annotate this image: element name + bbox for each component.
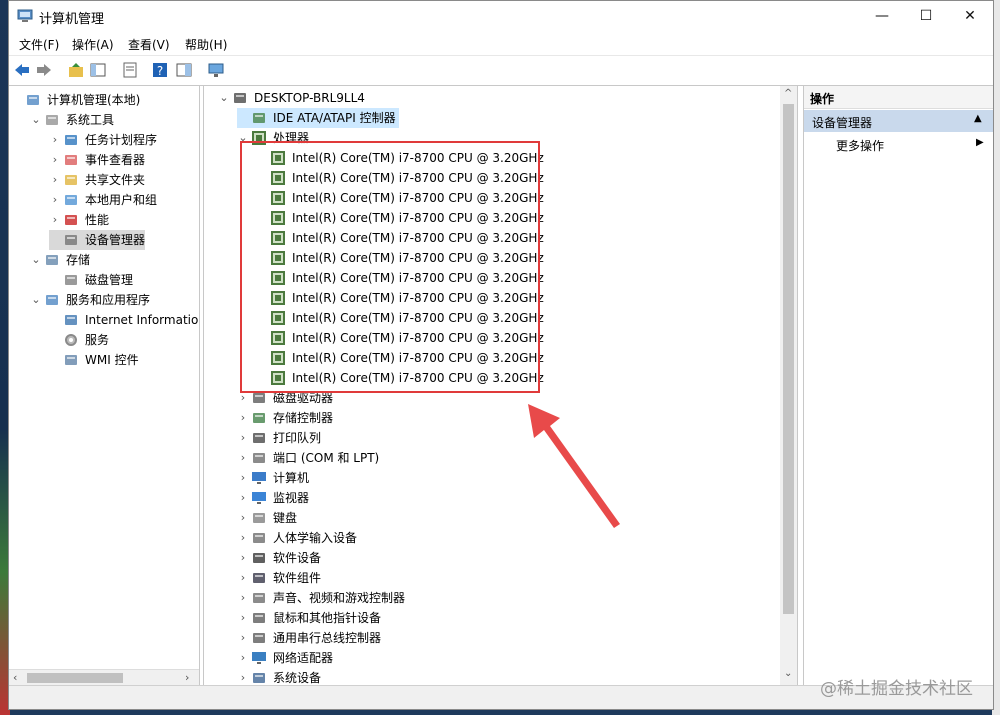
toolbar: ? [9, 55, 993, 84]
window-title: 计算机管理 [39, 12, 105, 27]
console-tree: ‹ › 计算机管理(本地) ⌄ 系统工具 › 任务计划程序 › 事件查看器 › 共享文件夹 › 本地… [9, 86, 200, 686]
actions-section-label: 设备管理器 [812, 116, 873, 130]
expand-toggle-icon[interactable]: › [237, 608, 249, 628]
device-category-label: 计算机 [273, 471, 310, 485]
folder-up-icon[interactable] [67, 61, 85, 79]
expand-toggle-icon[interactable]: › [49, 210, 61, 230]
console-tree-item-label: 服务 [85, 333, 110, 347]
console-tree-item-label: 任务计划程序 [85, 133, 158, 147]
red-arrow-annotation [528, 404, 620, 528]
forward-icon[interactable] [35, 61, 53, 79]
device-category-label: 软件设备 [273, 551, 322, 565]
monitor-icon[interactable] [207, 61, 225, 79]
device-category-label: 存储控制器 [273, 411, 334, 425]
device-tree-root-label: DESKTOP-BRL9LL4 [254, 91, 365, 105]
expand-toggle-icon[interactable]: › [237, 568, 249, 588]
console-tree-item-label: WMI 控件 [85, 353, 139, 367]
console-tree-item-label: 存储 [66, 253, 91, 267]
expand-toggle-icon[interactable]: › [237, 448, 249, 468]
show-tree-icon[interactable] [89, 61, 107, 79]
expand-toggle-icon[interactable]: › [237, 588, 249, 608]
console-tree-item-label: 设备管理器 [85, 233, 146, 247]
console-tree-item-label: 共享文件夹 [85, 173, 146, 187]
expand-toggle-icon[interactable]: › [237, 528, 249, 548]
expand-toggle-icon[interactable]: › [237, 408, 249, 428]
actions-section-device-manager[interactable]: 设备管理器 ▲ [804, 110, 993, 132]
device-category-label: 监视器 [273, 491, 310, 505]
more-actions-label: 更多操作 [836, 139, 885, 153]
console-tree-item-label: 性能 [85, 213, 110, 227]
expand-toggle-icon[interactable]: › [237, 548, 249, 568]
actions-pane: 操作 设备管理器 ▲ 更多操作 ▶ [803, 86, 993, 686]
console-tree-item-label: 本地用户和组 [85, 193, 158, 207]
highlight-box [240, 141, 540, 393]
device-category-label: 软件组件 [273, 571, 322, 585]
expand-toggle-icon[interactable]: › [237, 508, 249, 528]
menu-action[interactable]: 操作(A) [72, 36, 114, 53]
device-category-label: IDE ATA/ATAPI 控制器 [273, 111, 396, 125]
menu-help[interactable]: 帮助(H) [185, 36, 227, 53]
device-category-label: 打印队列 [273, 431, 322, 445]
device-category-label: 键盘 [273, 511, 298, 525]
device-category[interactable]: IDE ATA/ATAPI 控制器 [237, 108, 399, 128]
expand-toggle-icon[interactable]: › [237, 488, 249, 508]
console-tree-icon[interactable] [175, 61, 193, 79]
collapse-toggle-icon[interactable]: ⌄ [218, 88, 230, 108]
svg-text:?: ? [157, 64, 163, 78]
submenu-arrow-icon: ▶ [976, 137, 984, 148]
more-actions-item[interactable]: 更多操作 ▶ [804, 134, 993, 154]
expand-toggle-icon[interactable]: › [237, 468, 249, 488]
device-category-label: 鼠标和其他指针设备 [273, 611, 382, 625]
menu-bar: 文件(F) 操作(A) 查看(V) 帮助(H) [9, 31, 993, 55]
expand-toggle-icon[interactable]: › [49, 170, 61, 190]
title-bar: 计算机管理 — ☐ ✕ [9, 1, 993, 31]
device-category-label: 人体学输入设备 [273, 531, 358, 545]
maximize-button[interactable]: ☐ [903, 1, 949, 31]
expand-toggle-icon[interactable]: › [237, 428, 249, 448]
device-category-label: 端口 (COM 和 LPT) [273, 451, 380, 465]
console-tree-scrollbar[interactable]: ‹ › [9, 669, 199, 686]
expand-toggle-icon[interactable]: › [237, 668, 249, 686]
console-tree-item-label: 系统工具 [66, 113, 115, 127]
collapse-arrow-icon[interactable]: ▲ [974, 113, 982, 124]
close-button[interactable]: ✕ [947, 1, 993, 31]
console-tree-item-label: 服务和应用程序 [66, 293, 151, 307]
device-category-label: 系统设备 [273, 671, 322, 685]
collapse-toggle-icon[interactable]: ⌄ [30, 110, 42, 130]
minimize-button[interactable]: — [859, 1, 905, 31]
menu-file[interactable]: 文件(F) [19, 36, 59, 53]
watermark: @稀土掘金技术社区 [820, 679, 973, 699]
console-tree-item-label: 磁盘管理 [85, 273, 134, 287]
computer-management-app-icon [17, 9, 33, 22]
device-category-label: 网络适配器 [273, 651, 334, 665]
expand-toggle-icon[interactable]: › [49, 150, 61, 170]
console-tree-item-label: 计算机管理(本地) [47, 93, 141, 107]
back-icon[interactable] [13, 61, 31, 79]
actions-header-label: 操作 [810, 92, 835, 106]
properties-icon[interactable] [121, 61, 139, 79]
console-tree-item-label: Internet Information S [85, 313, 200, 327]
collapse-toggle-icon[interactable]: ⌄ [30, 290, 42, 310]
device-category-label: 通用串行总线控制器 [273, 631, 382, 645]
expand-toggle-icon[interactable]: › [49, 190, 61, 210]
expand-toggle-icon[interactable]: › [237, 628, 249, 648]
console-tree-item[interactable]: 设备管理器 [49, 230, 145, 250]
device-tree-scrollbar[interactable]: ^ ⌄ [780, 86, 797, 686]
collapse-toggle-icon[interactable]: ⌄ [30, 250, 42, 270]
menu-view[interactable]: 查看(V) [128, 36, 170, 53]
actions-header: 操作 [804, 86, 993, 109]
expand-toggle-icon[interactable]: › [49, 130, 61, 150]
device-category-label: 声音、视频和游戏控制器 [273, 591, 406, 605]
console-tree-item-label: 事件查看器 [85, 153, 146, 167]
help-icon[interactable]: ? [151, 61, 169, 79]
expand-toggle-icon[interactable]: › [237, 648, 249, 668]
